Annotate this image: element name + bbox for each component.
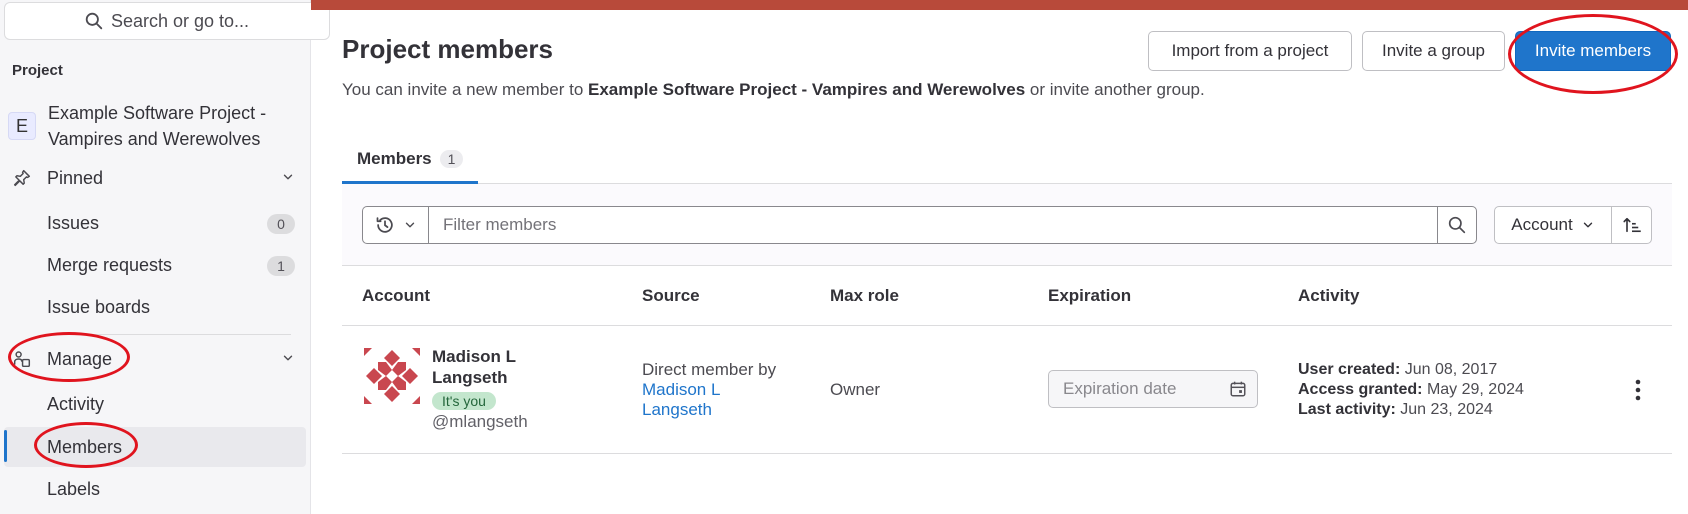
tab-label: Members xyxy=(357,148,432,168)
sidebar-item-label: Labels xyxy=(47,478,101,499)
top-banner xyxy=(311,0,1688,10)
avatar[interactable] xyxy=(362,346,422,406)
sort-direction-button[interactable] xyxy=(1612,206,1652,244)
member-activity: User created: Jun 08, 2017 Access grante… xyxy=(1298,361,1524,418)
sort-ascending-icon xyxy=(1622,217,1641,233)
member-source: Direct member by Madison L Langseth xyxy=(642,360,812,420)
kebab-menu-icon xyxy=(1635,379,1641,401)
sidebar: Search or go to... Project E Example Sof… xyxy=(0,0,330,514)
source-user-link[interactable]: Madison L Langseth xyxy=(642,380,812,420)
filter-members-input[interactable]: Filter members xyxy=(428,206,1438,244)
sidebar-item-pinned[interactable]: Pinned xyxy=(0,158,311,198)
invite-group-button[interactable]: Invite a group xyxy=(1362,31,1505,71)
column-header: Account xyxy=(362,286,430,305)
sort-by-dropdown[interactable]: Account xyxy=(1494,206,1612,244)
filter-search-button[interactable] xyxy=(1437,206,1477,244)
table-row: Madison L Langseth It's you @mlangseth D… xyxy=(342,326,1672,454)
project-avatar: E xyxy=(8,112,36,140)
sidebar-section-title: Project xyxy=(12,62,63,79)
tab-count-badge: 1 xyxy=(439,149,464,168)
page-title: Project members xyxy=(342,34,553,64)
filter-bar: Filter members Account xyxy=(342,184,1672,266)
sidebar-item-manage[interactable]: Manage xyxy=(0,339,311,379)
sidebar-item-label: Issue boards xyxy=(47,296,151,317)
column-header: Expiration xyxy=(1048,286,1132,305)
count-badge: 0 xyxy=(267,214,295,234)
members-table-header: Account Source Max role Expiration Activ… xyxy=(342,266,1672,326)
column-header: Source xyxy=(642,286,700,305)
invite-members-button[interactable]: Invite members xyxy=(1515,31,1671,71)
sidebar-item-members[interactable]: Members xyxy=(4,427,306,467)
search-icon xyxy=(1448,216,1466,234)
chevron-down-icon xyxy=(1583,222,1592,228)
sidebar-item-label: Members xyxy=(47,436,123,457)
expiration-date-input[interactable]: Expiration date xyxy=(1048,370,1258,408)
column-header: Max role xyxy=(830,286,899,305)
sidebar-item-label: Issues xyxy=(47,212,100,233)
column-header: Activity xyxy=(1298,286,1360,305)
sidebar-item-issues[interactable]: Issues 0 xyxy=(0,203,311,243)
users-icon xyxy=(12,350,32,368)
active-indicator xyxy=(4,430,7,462)
members-tabs: Members 1 xyxy=(342,136,1672,184)
sort-label: Account xyxy=(1511,215,1573,234)
import-from-project-button[interactable]: Import from a project xyxy=(1148,31,1352,71)
max-role-value: Owner xyxy=(830,380,881,399)
sidebar-divider xyxy=(47,334,291,335)
chevron-down-icon xyxy=(283,174,293,180)
chevron-down-icon xyxy=(283,355,293,361)
search-icon xyxy=(85,12,103,30)
sidebar-item-label: Pinned xyxy=(47,167,104,188)
chevron-down-icon xyxy=(405,222,414,228)
recent-searches-button[interactable] xyxy=(362,206,428,244)
tab-members[interactable]: Members 1 xyxy=(342,136,479,184)
sidebar-item-label: Activity xyxy=(47,393,105,414)
page-subtitle: You can invite a new member to Example S… xyxy=(342,80,1205,99)
its-you-badge: It's you xyxy=(432,392,496,410)
sidebar-item-label: Manage xyxy=(47,348,113,369)
calendar-icon xyxy=(1230,381,1246,397)
member-name[interactable]: Madison L Langseth xyxy=(432,346,542,388)
history-icon xyxy=(376,217,393,233)
sidebar-project-link[interactable]: E Example Software Project - Vampires an… xyxy=(8,98,308,154)
more-actions-button[interactable] xyxy=(1628,378,1648,402)
sidebar-item-merge-requests[interactable]: Merge requests 1 xyxy=(0,245,311,285)
project-name: Example Software Project - Vampires and … xyxy=(48,103,267,149)
sidebar-item-labels[interactable]: Labels xyxy=(0,469,311,509)
sidebar-item-issue-boards[interactable]: Issue boards xyxy=(0,287,311,327)
count-badge: 1 xyxy=(267,256,295,276)
pin-icon xyxy=(12,169,32,187)
sidebar-item-activity[interactable]: Activity xyxy=(0,384,311,424)
search-label: Search or go to... xyxy=(110,10,250,31)
search-button[interactable]: Search or go to... xyxy=(4,2,330,40)
member-username: @mlangseth xyxy=(432,412,528,431)
sidebar-item-label: Merge requests xyxy=(47,254,173,275)
